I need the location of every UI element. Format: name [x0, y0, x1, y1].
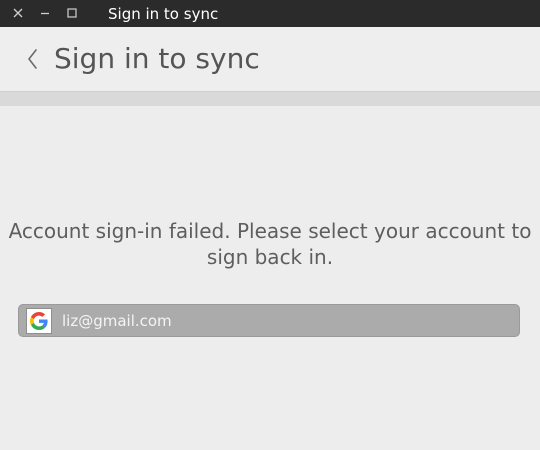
- header-shadow-band: [0, 92, 540, 106]
- page-header: Sign in to sync: [0, 27, 540, 91]
- window-title: Sign in to sync: [108, 5, 219, 23]
- account-email: liz@gmail.com: [62, 312, 172, 330]
- sign-in-failed-message: Account sign-in failed. Please select yo…: [8, 219, 532, 269]
- window-titlebar: Sign in to sync: [0, 0, 540, 27]
- close-icon[interactable]: [9, 4, 27, 22]
- back-button[interactable]: [20, 45, 44, 73]
- page-title: Sign in to sync: [54, 42, 260, 75]
- minimize-icon[interactable]: [36, 4, 54, 22]
- google-icon: [26, 308, 52, 334]
- account-select-button[interactable]: liz@gmail.com: [18, 304, 520, 337]
- maximize-icon[interactable]: [63, 4, 81, 22]
- chevron-left-icon: [28, 49, 37, 69]
